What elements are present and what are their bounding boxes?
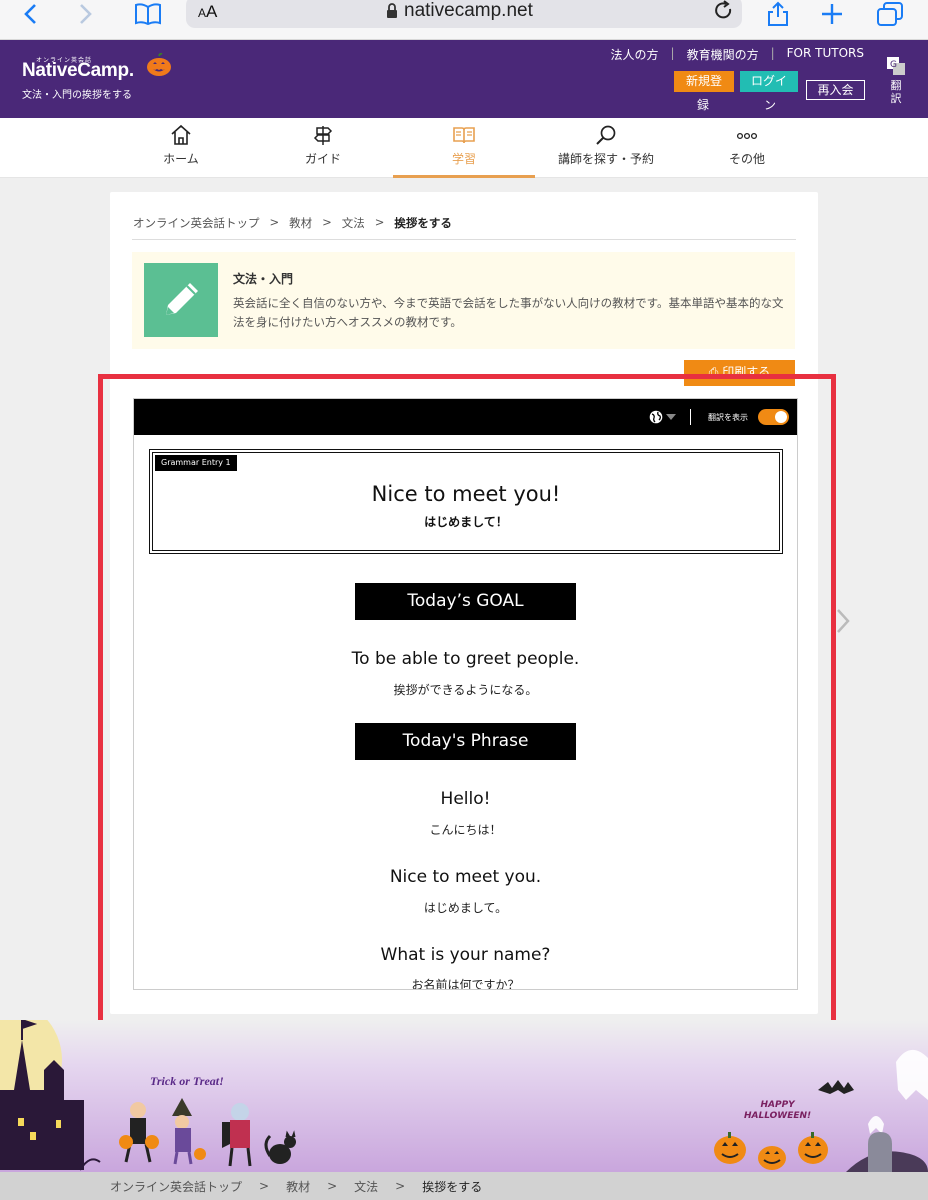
- register-button[interactable]: 新規登: [674, 71, 734, 92]
- breadcrumb-current: 挨拶をする: [422, 1179, 483, 1194]
- divider: [132, 239, 796, 240]
- home-icon: [110, 124, 252, 146]
- lock-icon: [387, 3, 397, 18]
- nav-find-tutor[interactable]: 講師を探す・予約: [535, 118, 677, 178]
- reload-icon[interactable]: [714, 0, 734, 26]
- breadcrumb-item[interactable]: オンライン英会話トップ: [110, 1178, 242, 1195]
- top-links: 法人の方 | 教育機関の方 | FOR TUTORS: [611, 46, 864, 63]
- pencil-icon: [144, 263, 218, 337]
- url-text: nativecamp.net: [386, 0, 533, 22]
- happy-halloween-text: HAPPY HALLOWEEN!: [744, 1100, 812, 1121]
- login-button-overflow[interactable]: ン: [764, 96, 776, 113]
- rejoin-button[interactable]: 再入会: [806, 80, 865, 100]
- back-icon[interactable]: [18, 0, 42, 28]
- link-separator: |: [670, 46, 675, 60]
- address-bar[interactable]: AAAA nativecamp.net: [186, 0, 742, 28]
- breadcrumb: オンライン英会話トップ > 教材 > 文法 > 挨拶をする: [133, 215, 452, 231]
- tabs-icon[interactable]: [874, 0, 906, 28]
- highlight-frame: [98, 374, 836, 1034]
- signpost-icon: [252, 124, 394, 146]
- site-logo[interactable]: NativeCamp.: [22, 60, 134, 82]
- breadcrumb-item[interactable]: 教材: [289, 215, 312, 231]
- page-subtitle: 文法・入門の挨拶をする: [22, 90, 132, 101]
- education-link[interactable]: 教育機関の方: [687, 46, 759, 63]
- forward-icon[interactable]: [74, 0, 98, 28]
- corporate-link[interactable]: 法人の方: [611, 46, 659, 63]
- browser-toolbar: AAAA nativecamp.net: [0, 0, 928, 40]
- footer-breadcrumb: オンライン英会話トップ > 教材 > 文法 > 挨拶をする: [0, 1172, 928, 1200]
- breadcrumb-item[interactable]: 文法: [354, 1178, 378, 1195]
- svg-text:G: G: [890, 60, 897, 70]
- nav-study[interactable]: 学習: [393, 118, 535, 178]
- main-nav: ホーム ガイド 学習 講師を探す・予約 その他: [0, 118, 928, 178]
- nav-more[interactable]: その他: [676, 118, 818, 178]
- course-info-box: 文法・入門 英会話に全く自信のない方や、今まで英語で会話をした事がない人向けの教…: [132, 252, 795, 349]
- link-separator: |: [770, 46, 775, 60]
- halloween-illustration: [0, 1020, 928, 1172]
- next-page-chevron-icon[interactable]: [834, 606, 852, 640]
- nav-home[interactable]: ホーム: [110, 118, 252, 178]
- search-icon: [535, 124, 677, 146]
- translate-button[interactable]: G 翻 訳: [884, 56, 908, 105]
- breadcrumb-current: 挨拶をする: [394, 216, 452, 230]
- new-tab-icon[interactable]: [818, 0, 846, 28]
- course-title: 文法・入門: [233, 272, 294, 286]
- pumpkin-logo-icon: [146, 52, 172, 81]
- trick-or-treat-text: Trick or Treat!: [150, 1074, 224, 1088]
- login-button[interactable]: ログイ: [740, 71, 798, 92]
- breadcrumb-item[interactable]: 教材: [286, 1178, 310, 1195]
- register-button-overflow[interactable]: 録: [697, 96, 709, 113]
- halloween-banner: Trick or Treat! HAPPY HALLOWEEN!: [0, 1020, 928, 1172]
- tutors-link[interactable]: FOR TUTORS: [787, 46, 864, 63]
- course-description: 英会話に全く自信のない方や、今まで英語で会話をした事がない人向けの教材です。基本…: [233, 296, 784, 329]
- reader-options-button[interactable]: AAAA: [198, 2, 217, 22]
- bookmarks-icon[interactable]: [132, 0, 164, 28]
- breadcrumb-item[interactable]: オンライン英会話トップ: [133, 215, 260, 231]
- more-icon: [676, 124, 818, 146]
- share-icon[interactable]: [764, 0, 792, 28]
- site-header: オンライン英会話 NativeCamp. 文法・入門の挨拶をする 法人の方 | …: [0, 40, 928, 118]
- book-icon: [393, 124, 535, 146]
- nav-guide[interactable]: ガイド: [252, 118, 394, 178]
- translate-icon: G: [887, 57, 905, 75]
- breadcrumb-item[interactable]: 文法: [342, 215, 365, 231]
